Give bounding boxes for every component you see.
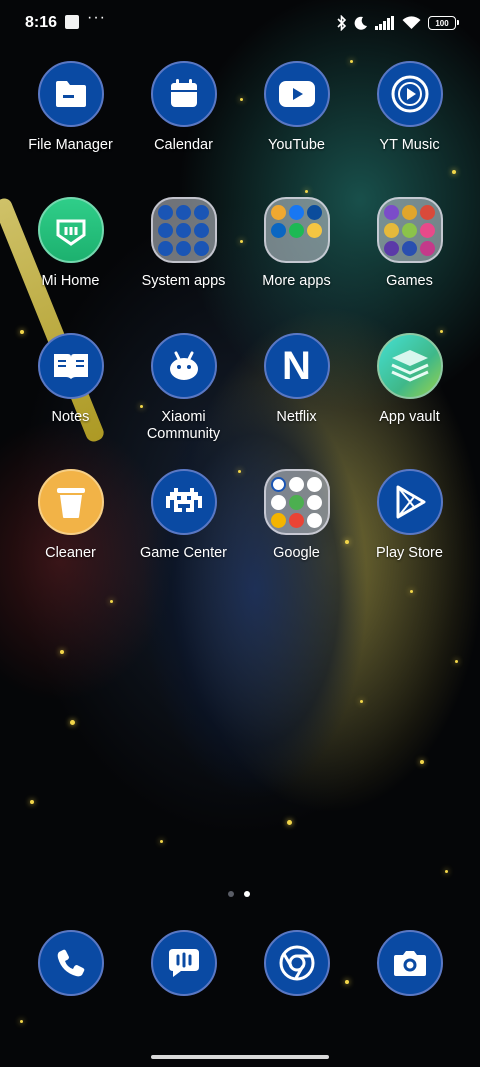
calendar-icon — [150, 61, 217, 127]
page-dot-active — [244, 891, 250, 897]
camera-icon — [376, 930, 443, 996]
netflix-icon: N — [263, 333, 330, 399]
dock-messaging[interactable] — [127, 930, 240, 996]
dock-chrome[interactable] — [240, 930, 353, 996]
status-time: 8:16 — [25, 14, 58, 31]
dock-phone[interactable] — [14, 930, 127, 996]
folder-google-icon — [263, 469, 330, 535]
dock-camera[interactable] — [353, 930, 466, 996]
app-netflix[interactable]: N Netflix — [240, 333, 353, 426]
folder-system-apps-icon — [150, 197, 217, 263]
app-mi-home[interactable]: Mi Home — [14, 197, 127, 290]
app-app-vault[interactable]: App vault — [353, 333, 466, 426]
signal-icon — [375, 16, 394, 30]
game-center-icon — [150, 469, 217, 535]
messaging-icon — [150, 930, 217, 996]
folder-more-apps-icon — [263, 197, 330, 263]
folder-games-icon — [376, 197, 443, 263]
screenshot-notification-icon — [65, 15, 79, 29]
cleaner-icon — [37, 469, 104, 535]
yt-music-icon — [376, 61, 443, 127]
play-store-icon — [376, 469, 443, 535]
chrome-icon — [263, 930, 330, 996]
page-dot — [228, 891, 234, 897]
xiaomi-community-icon — [150, 333, 217, 399]
home-indicator-bar[interactable] — [151, 1055, 329, 1059]
app-xiaomi-community[interactable]: Xiaomi Community — [127, 333, 240, 443]
status-bar: 8:16 ··· 100 — [0, 0, 480, 46]
notes-icon — [37, 333, 104, 399]
app-file-manager[interactable]: File Manager — [14, 61, 127, 154]
folder-google[interactable]: Google — [240, 469, 353, 562]
phone-icon — [37, 930, 104, 996]
app-cleaner[interactable]: Cleaner — [14, 469, 127, 562]
folder-icon — [37, 61, 104, 127]
app-youtube[interactable]: YouTube — [240, 61, 353, 154]
app-play-store[interactable]: Play Store — [353, 469, 466, 562]
wifi-icon — [402, 16, 421, 29]
do-not-disturb-icon — [354, 16, 367, 30]
page-indicator — [228, 891, 250, 897]
app-notes[interactable]: Notes — [14, 333, 127, 426]
app-calendar[interactable]: Calendar — [127, 61, 240, 154]
battery-indicator: 100 — [428, 16, 459, 30]
mi-home-icon — [37, 197, 104, 263]
app-game-center[interactable]: Game Center — [127, 469, 240, 562]
bluetooth-icon — [337, 15, 347, 31]
app-vault-icon — [376, 333, 443, 399]
folder-games[interactable]: Games — [353, 197, 466, 290]
more-notifications-icon: ··· — [87, 9, 106, 26]
folder-system-apps[interactable]: System apps — [127, 197, 240, 290]
app-yt-music[interactable]: YT Music — [353, 61, 466, 154]
folder-more-apps[interactable]: More apps — [240, 197, 353, 290]
youtube-icon — [263, 61, 330, 127]
